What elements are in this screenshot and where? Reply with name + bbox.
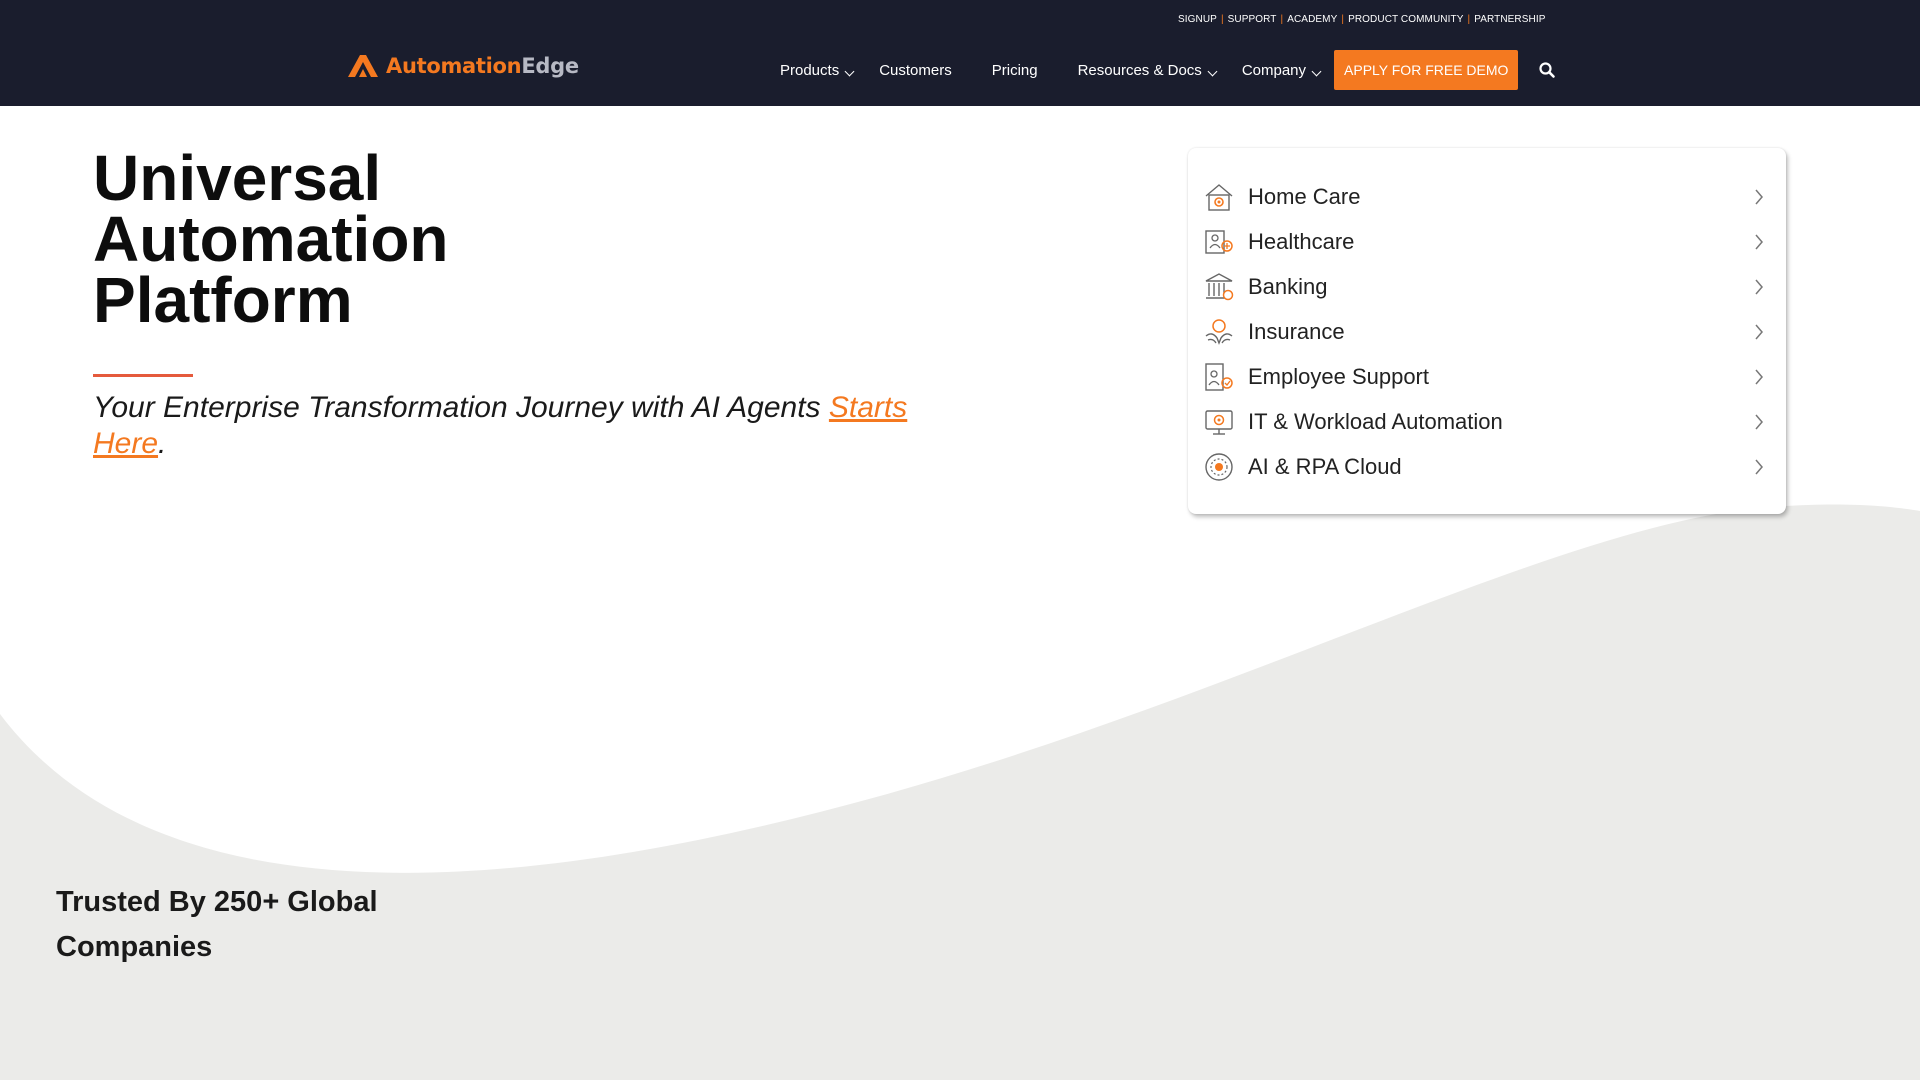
- nav-company[interactable]: Company: [1241, 61, 1322, 79]
- nav-products-label: Products: [780, 61, 840, 79]
- main-nav: Products Customers Pricing Resources & D…: [780, 50, 1556, 90]
- trusted-line: Trusted By 250+ Global: [56, 886, 378, 918]
- industry-ai-rpa-cloud[interactable]: AI & RPA Cloud: [1202, 444, 1772, 489]
- title-line: Platform: [93, 264, 353, 336]
- subtitle-text: Your Enterprise Transformation Journey w…: [93, 391, 829, 424]
- partnership-link[interactable]: PARTNERSHIP: [1474, 14, 1545, 25]
- insurance-icon: [1202, 315, 1236, 349]
- nav-resources-docs[interactable]: Resources & Docs: [1077, 61, 1218, 79]
- industry-label: IT & Workload Automation: [1248, 408, 1503, 434]
- logo-text: AutomationEdge: [386, 54, 579, 78]
- divider: |: [1220, 14, 1224, 25]
- industry-label: Employee Support: [1248, 363, 1429, 389]
- subtitle-period: .: [158, 427, 167, 460]
- industry-it-workload-automation[interactable]: IT & Workload Automation: [1202, 399, 1772, 444]
- nav-pricing[interactable]: Pricing: [992, 62, 1038, 79]
- chevron-down-icon: [1207, 66, 1218, 76]
- trusted-heading: Trusted By 250+ Global Companies: [56, 880, 456, 970]
- product-community-link[interactable]: PRODUCT COMMUNITY: [1348, 14, 1463, 25]
- industry-label: Banking: [1248, 273, 1328, 299]
- chevron-right-icon: [1755, 414, 1763, 429]
- site-header: SIGNUP | SUPPORT | ACADEMY | PRODUCT COM…: [0, 0, 1920, 106]
- chevron-right-icon: [1755, 369, 1763, 384]
- industries-card: Home Care Healthcare Banking Insurance E…: [1188, 148, 1786, 514]
- nav-products[interactable]: Products: [780, 61, 855, 79]
- logo-mark-icon: [348, 55, 378, 77]
- divider: |: [1467, 14, 1471, 25]
- industry-employee-support[interactable]: Employee Support: [1202, 354, 1772, 399]
- signup-link[interactable]: SIGNUP: [1178, 14, 1217, 25]
- home-care-icon: [1202, 180, 1236, 214]
- automationedge-logo[interactable]: AutomationEdge: [346, 46, 579, 86]
- page-title: Universal Automation Platform: [93, 142, 593, 336]
- industry-label: Home Care: [1248, 183, 1361, 209]
- title-line: Automation: [93, 203, 449, 275]
- healthcare-icon: [1202, 225, 1236, 259]
- divider: |: [1341, 14, 1345, 25]
- industry-home-care[interactable]: Home Care: [1202, 174, 1772, 219]
- ai-cloud-icon: [1202, 450, 1236, 484]
- chevron-down-icon: [844, 66, 855, 76]
- title-line: Universal: [93, 142, 382, 214]
- industry-label: Healthcare: [1248, 228, 1355, 254]
- chevron-right-icon: [1755, 324, 1763, 339]
- support-link[interactable]: SUPPORT: [1228, 14, 1277, 25]
- bank-icon: [1202, 270, 1236, 304]
- chevron-right-icon: [1755, 459, 1763, 474]
- industry-label: AI & RPA Cloud: [1248, 453, 1402, 479]
- trusted-line: Companies: [56, 931, 213, 963]
- industry-healthcare[interactable]: Healthcare: [1202, 219, 1772, 264]
- chevron-right-icon: [1755, 279, 1763, 294]
- industries-list: Home Care Healthcare Banking Insurance E…: [1202, 174, 1772, 489]
- nav-resources-label: Resources & Docs: [1077, 61, 1202, 79]
- search-icon[interactable]: [1538, 61, 1556, 79]
- it-automation-icon: [1202, 405, 1236, 439]
- industry-insurance[interactable]: Insurance: [1202, 309, 1772, 354]
- nav-customers[interactable]: Customers: [879, 62, 952, 79]
- industry-label: Insurance: [1248, 318, 1345, 344]
- apply-for-free-demo-button[interactable]: APPLY FOR FREE DEMO: [1334, 50, 1519, 90]
- accent-divider: [93, 374, 193, 377]
- chevron-right-icon: [1755, 234, 1763, 249]
- divider: |: [1280, 14, 1284, 25]
- nav-customers-label: Customers: [879, 61, 952, 79]
- nav-pricing-label: Pricing: [991, 61, 1038, 79]
- chevron-right-icon: [1755, 189, 1763, 204]
- nav-company-label: Company: [1241, 61, 1307, 79]
- academy-link[interactable]: ACADEMY: [1287, 14, 1337, 25]
- industry-banking[interactable]: Banking: [1202, 264, 1772, 309]
- hero-subtitle: Your Enterprise Transformation Journey w…: [93, 390, 913, 462]
- employee-support-icon: [1202, 360, 1236, 394]
- utility-links: SIGNUP | SUPPORT | ACADEMY | PRODUCT COM…: [1178, 14, 1546, 25]
- chevron-down-icon: [1311, 66, 1322, 76]
